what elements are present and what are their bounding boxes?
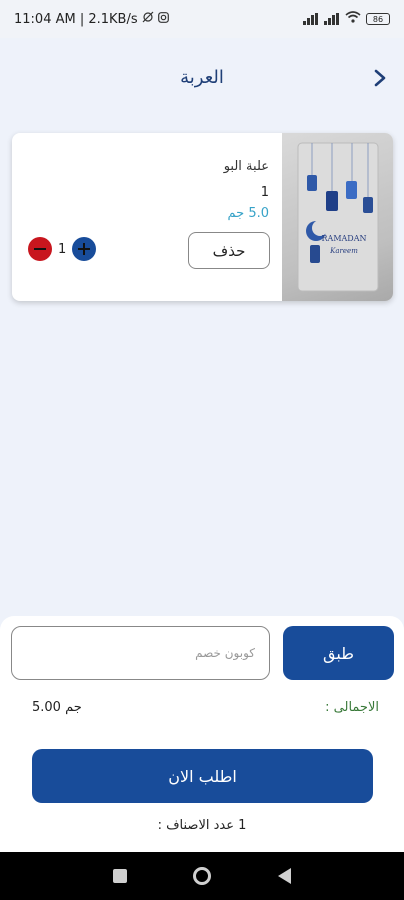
checkout-panel: طبق الاجمالى : 5.00 جم اطلب الان 1 عدد ا… <box>0 616 404 852</box>
no-sync-icon <box>142 11 154 27</box>
page-title: العربة <box>180 66 224 88</box>
recents-icon[interactable] <box>113 869 128 883</box>
items-count: 1 عدد الاصناف : <box>157 818 247 833</box>
quantity-stepper: 1 <box>28 237 97 261</box>
wifi-icon <box>345 11 361 27</box>
order-now-button[interactable]: اطلب الان <box>32 749 373 803</box>
minus-icon[interactable] <box>28 237 52 261</box>
svg-text:Kareem: Kareem <box>329 247 358 255</box>
app-header: العربة <box>0 38 404 116</box>
signal-icon <box>303 13 319 25</box>
home-icon[interactable] <box>193 867 212 885</box>
item-name: علبة البو <box>223 159 269 174</box>
status-time: 11:04 AM | 2.1KB/s <box>14 11 138 27</box>
status-left: 11:04 AM | 2.1KB/s <box>14 11 169 27</box>
item-price: 5.0 جم <box>227 206 269 221</box>
item-quantity: 1 <box>260 185 269 200</box>
total-value: 5.00 جم <box>32 700 82 715</box>
back-icon[interactable] <box>277 868 291 884</box>
signal-icon-2 <box>324 13 340 25</box>
battery-icon: 86 <box>366 13 390 25</box>
system-nav-bar <box>0 852 404 900</box>
delete-button[interactable]: حذف <box>188 232 270 269</box>
product-image: RAMADAN Kareem <box>282 133 393 301</box>
cart-item-card: RAMADAN Kareem علبة البو 1 5.0 جم حذف 1 <box>12 133 393 301</box>
instagram-icon <box>157 11 169 27</box>
stepper-value: 1 <box>58 241 67 257</box>
plus-icon[interactable] <box>72 237 97 261</box>
status-right: 86 <box>303 11 390 27</box>
apply-coupon-button[interactable]: طبق <box>283 626 394 680</box>
coupon-input[interactable] <box>11 626 270 680</box>
svg-text:RAMADAN: RAMADAN <box>322 234 367 243</box>
status-bar: 11:04 AM | 2.1KB/s 86 <box>0 0 404 38</box>
back-chevron-icon[interactable] <box>370 68 390 88</box>
total-label: الاجمالى : <box>325 700 379 715</box>
